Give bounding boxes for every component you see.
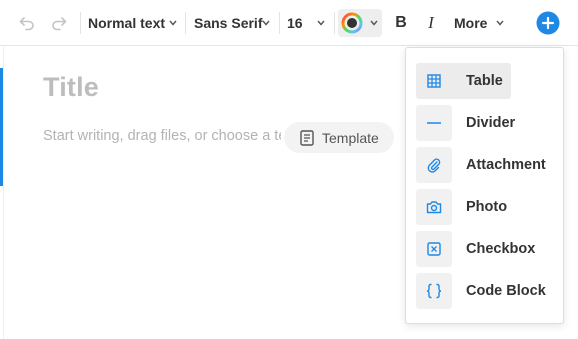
bold-label: B: [395, 14, 407, 31]
menu-item-label: Photo: [466, 199, 508, 215]
menu-item-label: Attachment: [466, 157, 546, 173]
redo-icon: [52, 17, 67, 31]
title-placeholder[interactable]: Title: [43, 72, 99, 103]
font-size-value: 16: [287, 15, 303, 31]
more-label: More: [454, 15, 488, 31]
chevron-down-icon: [317, 9, 325, 37]
menu-item-table[interactable]: Table: [416, 63, 511, 99]
menu-item-code-block[interactable]: Code Block: [416, 273, 556, 309]
toolbar-divider: [185, 12, 186, 34]
focus-indicator: [0, 68, 3, 186]
camera-icon: [416, 189, 452, 225]
text-style-dropdown[interactable]: Normal text: [88, 9, 180, 37]
menu-item-label: Table: [466, 73, 503, 89]
text-style-value: Normal text: [88, 15, 166, 31]
menu-item-label: Code Block: [466, 283, 546, 299]
font-family-dropdown[interactable]: Sans Serif: [194, 9, 272, 37]
menu-item-label: Divider: [466, 115, 516, 131]
template-button-label: Template: [322, 129, 379, 146]
font-family-value: Sans Serif: [194, 15, 263, 31]
menu-item-photo[interactable]: Photo: [416, 189, 556, 225]
paperclip-icon: [416, 147, 452, 183]
body-placeholder[interactable]: Start writing, drag files, or choose a t…: [43, 128, 281, 144]
template-icon: [300, 129, 314, 146]
editor-gutter: [3, 46, 4, 339]
table-icon: [416, 63, 452, 99]
italic-label: I: [428, 13, 434, 32]
menu-item-attachment[interactable]: Attachment: [416, 147, 556, 183]
undo-icon: [19, 17, 34, 31]
chevron-down-icon: [262, 9, 270, 37]
plus-circle-icon: [536, 11, 560, 35]
toolbar-divider: [334, 12, 335, 34]
more-dropdown[interactable]: More: [454, 9, 508, 37]
editor-page: Normal text Sans Serif 16 B I More Title…: [0, 0, 578, 339]
color-wheel-icon: [341, 12, 363, 34]
toolbar-divider: [279, 12, 280, 34]
italic-button[interactable]: I: [420, 9, 442, 37]
bold-button[interactable]: B: [390, 9, 412, 37]
menu-item-checkbox[interactable]: Checkbox: [416, 231, 556, 267]
undo-button[interactable]: [18, 9, 42, 37]
chevron-down-icon: [496, 9, 504, 37]
chevron-down-icon: [169, 9, 177, 37]
code-braces-icon: [416, 273, 452, 309]
text-color-dropdown[interactable]: [338, 9, 382, 37]
chevron-down-icon: [370, 9, 378, 37]
insert-button[interactable]: [536, 9, 560, 37]
insert-menu: Table Divider Attachment Photo Checkbox …: [405, 47, 564, 324]
menu-item-label: Checkbox: [466, 241, 536, 257]
divider-icon: [416, 105, 452, 141]
redo-button[interactable]: [50, 9, 74, 37]
menu-item-divider[interactable]: Divider: [416, 105, 556, 141]
checkbox-icon: [416, 231, 452, 267]
template-button[interactable]: Template: [284, 122, 394, 153]
toolbar-divider: [80, 12, 81, 34]
toolbar: Normal text Sans Serif 16 B I More: [0, 0, 578, 46]
font-size-dropdown[interactable]: 16: [287, 9, 327, 37]
